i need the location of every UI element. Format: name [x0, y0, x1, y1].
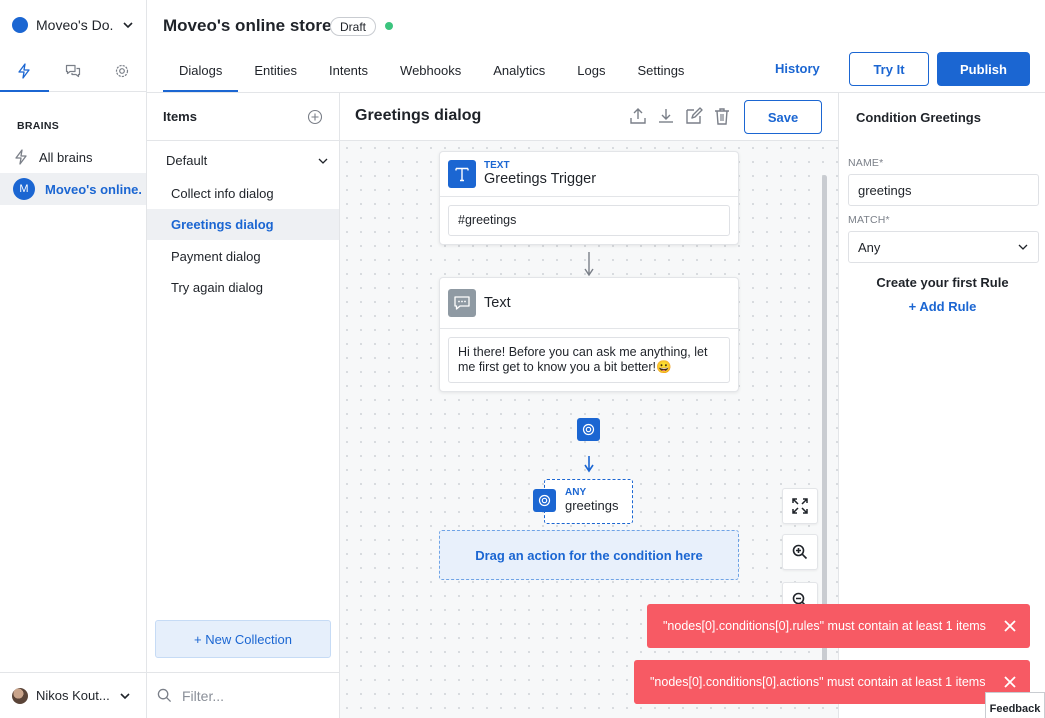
filter-input[interactable]: Filter... — [182, 688, 224, 704]
filter-box: Filter... — [147, 672, 339, 718]
chevron-down-icon — [123, 22, 133, 29]
toast-message: "nodes[0].conditions[0].actions" must co… — [650, 675, 986, 689]
trash-icon[interactable] — [712, 106, 732, 126]
node-title: Greetings Trigger — [484, 171, 597, 187]
text-action-node[interactable]: Text Hi there! Before you can ask me any… — [439, 277, 739, 392]
feedback-button[interactable]: Feedback — [985, 692, 1045, 718]
node-header: Text — [440, 278, 738, 329]
tab-settings[interactable]: Settings — [621, 48, 700, 92]
status-badge: Draft — [330, 17, 377, 36]
dialog-item[interactable]: Collect info dialog — [147, 178, 339, 209]
name-field-label: NAME* — [848, 157, 884, 169]
history-link[interactable]: History — [775, 61, 820, 76]
error-toast: "nodes[0].conditions[0].rules" must cont… — [647, 604, 1030, 648]
tab-dialogs[interactable]: Dialogs — [163, 48, 239, 92]
edit-icon[interactable] — [684, 106, 704, 126]
add-rule-button[interactable]: + Add Rule — [839, 299, 1045, 314]
speech-bubble-icon — [448, 289, 476, 317]
message-text: Hi there! Before you can ask me anything… — [448, 337, 730, 383]
condition-connector-icon[interactable] — [577, 418, 600, 441]
search-icon — [157, 688, 172, 703]
trigger-node[interactable]: TEXT Greetings Trigger #greetings — [439, 151, 739, 245]
publish-button[interactable]: Publish — [937, 52, 1030, 86]
error-toast: "nodes[0].conditions[0].actions" must co… — [634, 660, 1030, 704]
tab-webhooks[interactable]: Webhooks — [384, 48, 477, 92]
node-type-label: TEXT — [484, 160, 510, 171]
zoom-in-icon — [792, 544, 808, 560]
import-icon[interactable] — [656, 106, 676, 126]
tab-entities[interactable]: Entities — [238, 48, 313, 92]
export-icon[interactable] — [628, 106, 648, 126]
name-field[interactable]: greetings — [848, 174, 1039, 206]
tab-logs[interactable]: Logs — [561, 48, 621, 92]
chevron-down-icon — [120, 692, 130, 699]
user-name: Nikos Kout... — [36, 688, 110, 703]
condition-panel-title: Condition Greetings — [856, 109, 981, 125]
nav-conversations-button[interactable] — [49, 50, 98, 91]
gear-icon — [115, 64, 128, 77]
node-title: Text — [484, 295, 511, 311]
condition-node[interactable]: ANY greetings — [544, 479, 633, 524]
items-title: Items — [163, 109, 197, 124]
save-button[interactable]: Save — [744, 100, 822, 134]
chat-icon — [65, 64, 81, 77]
expand-icon — [792, 498, 808, 514]
fit-screen-button[interactable] — [782, 488, 818, 524]
sidebar-item-label: Moveo's online... — [45, 181, 141, 197]
nav-icon-bar — [0, 50, 146, 92]
name-field-value: greetings — [858, 182, 912, 198]
avatar — [12, 687, 28, 704]
items-header: Items — [147, 93, 339, 141]
dialog-item[interactable]: Try again dialog — [147, 272, 339, 303]
connector-arrow — [584, 252, 594, 277]
left-nav: Moveo's Do... BRAINS All brains M Moveo'… — [0, 0, 147, 718]
connector-arrow — [584, 456, 594, 473]
chevron-down-icon — [318, 158, 328, 164]
lightning-icon — [15, 149, 27, 165]
workspace-name: Moveo's Do... — [36, 17, 114, 33]
sidebar-item-label: All brains — [39, 149, 93, 165]
close-icon[interactable] — [1002, 674, 1018, 690]
trigger-value: #greetings — [448, 205, 730, 236]
action-drop-zone[interactable]: Drag an action for the condition here — [439, 530, 739, 580]
sidebar-item-all-brains[interactable]: All brains — [0, 141, 146, 173]
brain-avatar: M — [13, 178, 35, 200]
condition-icon — [533, 489, 556, 512]
items-panel: Items Default Collect info dialog Greeti… — [147, 93, 340, 718]
workspace-selector[interactable]: Moveo's Do... — [12, 14, 134, 36]
tab-intents[interactable]: Intents — [313, 48, 384, 92]
nav-brains-button[interactable] — [0, 50, 49, 92]
rule-empty-title: Create your first Rule — [876, 275, 1009, 290]
condition-name: greetings — [565, 498, 619, 513]
condition-type-label: ANY — [565, 487, 587, 498]
dialog-item-selected[interactable]: Greetings dialog — [147, 209, 339, 240]
tab-bar: Dialogs Entities Intents Webhooks Analyt… — [163, 48, 700, 92]
lightning-icon — [18, 62, 30, 79]
close-icon[interactable] — [1002, 618, 1018, 634]
nav-settings-button[interactable] — [97, 50, 146, 91]
status-dot — [385, 22, 393, 30]
user-menu[interactable]: Nikos Kout... — [0, 672, 146, 718]
page-title: Moveo's online store — [163, 16, 332, 35]
add-circle-icon[interactable] — [307, 109, 323, 125]
match-select[interactable]: Any — [848, 231, 1039, 263]
dialog-title: Greetings dialog — [355, 107, 482, 124]
node-header: TEXT Greetings Trigger — [440, 152, 738, 197]
try-it-button[interactable]: Try It — [849, 52, 929, 86]
match-field-label: MATCH* — [848, 214, 890, 226]
collection-label: Default — [166, 153, 208, 168]
workspace-logo-icon — [12, 17, 28, 33]
match-select-value: Any — [858, 239, 881, 255]
new-collection-button[interactable]: + New Collection — [155, 620, 331, 658]
dialog-item[interactable]: Payment dialog — [147, 241, 339, 272]
brains-section-title: BRAINS — [17, 120, 60, 132]
text-type-icon — [448, 160, 476, 188]
tab-analytics[interactable]: Analytics — [477, 48, 561, 92]
toast-message: "nodes[0].conditions[0].rules" must cont… — [663, 619, 986, 633]
zoom-in-button[interactable] — [782, 534, 818, 570]
chevron-down-icon — [1018, 244, 1028, 250]
collection-default[interactable]: Default — [147, 145, 339, 176]
sidebar-item-current-brain[interactable]: M Moveo's online... — [0, 173, 146, 205]
canvas-header: Greetings dialog Save — [340, 93, 838, 141]
